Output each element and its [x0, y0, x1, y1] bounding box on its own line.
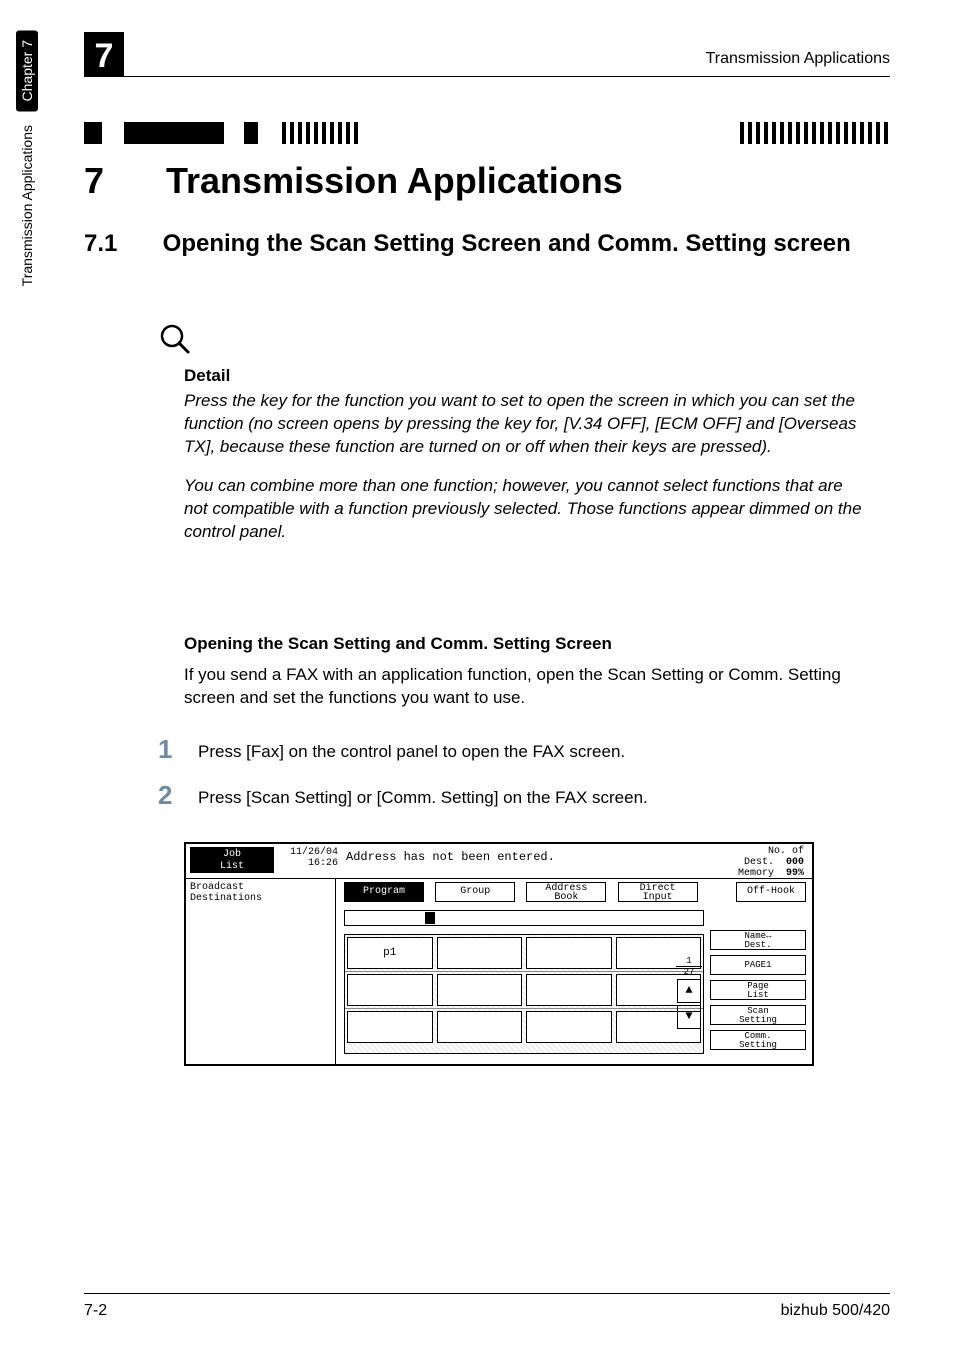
lcd-noof-value: 000 — [786, 857, 804, 868]
header-rule — [84, 76, 890, 77]
detail-paragraph-1: Press the key for the function you want … — [184, 390, 864, 459]
side-tab-chapter: Chapter 7 — [16, 30, 38, 111]
program-tab[interactable]: Program — [344, 882, 424, 902]
grid-cell-empty[interactable] — [526, 1011, 612, 1043]
scan-setting-button[interactable]: Scan Setting — [710, 1005, 806, 1025]
off-hook-button[interactable]: Off-Hook — [736, 882, 806, 902]
step-2-number: 2 — [158, 782, 198, 808]
lcd-destination-grid: p1 — [344, 934, 704, 1054]
lcd-left-labels: Broadcast Destinations — [190, 882, 262, 904]
grid-cell-empty[interactable] — [437, 937, 523, 969]
grid-cell-empty[interactable] — [437, 1011, 523, 1043]
side-tab-section: Transmission Applications — [19, 125, 35, 286]
footer-page-number: 7-2 — [84, 1302, 107, 1320]
lcd-cursor — [425, 912, 435, 924]
heading-1: 7 Transmission Applications — [84, 160, 890, 202]
name-dest-button[interactable]: Name↔ Dest. — [710, 930, 806, 950]
lcd-right-buttons: Name↔ Dest. PAGE1 Page List Scan Setting… — [710, 930, 806, 1055]
lcd-search-bar[interactable] — [344, 910, 704, 926]
lcd-left-panel: Broadcast Destinations — [186, 878, 336, 1064]
grid-cell-empty[interactable] — [347, 1011, 433, 1043]
step-list: 1 Press [Fax] on the control panel to op… — [158, 736, 864, 828]
page-up-button[interactable]: ▲ — [677, 979, 701, 1003]
chapter-number: 7 — [95, 36, 114, 76]
grid-cell-empty[interactable] — [526, 974, 612, 1006]
footer-model: bizhub 500/420 — [781, 1302, 890, 1320]
step-1-text: Press [Fax] on the control panel to open… — [198, 736, 625, 762]
magnifier-icon — [158, 322, 192, 361]
lcd-status-text: Address has not been entered. — [346, 850, 555, 864]
step-1: 1 Press [Fax] on the control panel to op… — [158, 736, 864, 762]
heading-2: 7.1 Opening the Scan Setting Screen and … — [84, 228, 890, 259]
chapter-number-box: 7 — [84, 32, 124, 76]
lcd-memory-label: Memory — [738, 868, 774, 879]
side-tab: Chapter 7 Transmission Applications — [10, 30, 44, 450]
lcd-memory-value: 99% — [786, 868, 804, 879]
heading-1-number: 7 — [84, 160, 156, 202]
detail-heading: Detail — [184, 366, 864, 386]
step-1-number: 1 — [158, 736, 198, 762]
heading-2-number: 7.1 — [84, 228, 156, 259]
grid-cell-empty[interactable] — [437, 974, 523, 1006]
lcd-pager: 1 27 ▲ ▼ — [676, 956, 702, 1031]
pager-current: 1 — [676, 956, 702, 967]
decorative-bars — [84, 118, 890, 148]
grid-cell-empty[interactable] — [526, 937, 612, 969]
running-header: Transmission Applications — [706, 50, 890, 68]
fax-lcd-screenshot: Job List 11/26/04 16:26 Address has not … — [184, 842, 814, 1066]
lcd-status-right: No. of Dest. 000 Memory 99% — [738, 846, 804, 879]
lcd-tab-row: Program Group Address Book Direct Input — [344, 882, 702, 902]
job-list-button[interactable]: Job List — [190, 847, 274, 873]
comm-setting-button[interactable]: Comm. Setting — [710, 1030, 806, 1050]
lcd-date: 11/26/04 — [278, 847, 338, 858]
heading-3: Opening the Scan Setting and Comm. Setti… — [184, 634, 864, 654]
lcd-time: 16:26 — [278, 858, 338, 869]
heading-2-text: Opening the Scan Setting Screen and Comm… — [163, 228, 889, 259]
page1-button[interactable]: PAGE1 — [710, 955, 806, 975]
lcd-broadcast-label: Broadcast — [190, 882, 262, 893]
page-down-button[interactable]: ▼ — [677, 1005, 701, 1029]
address-book-tab[interactable]: Address Book — [526, 882, 606, 902]
heading-1-text: Transmission Applications — [166, 160, 623, 201]
grid-cell-p1[interactable]: p1 — [347, 937, 433, 969]
step-2: 2 Press [Scan Setting] or [Comm. Setting… — [158, 782, 864, 808]
lcd-datetime: 11/26/04 16:26 — [278, 847, 338, 869]
pager-total: 27 — [676, 967, 702, 977]
group-tab[interactable]: Group — [435, 882, 515, 902]
direct-input-tab[interactable]: Direct Input — [618, 882, 698, 902]
step-2-text: Press [Scan Setting] or [Comm. Setting] … — [198, 782, 648, 808]
lcd-destinations-label: Destinations — [190, 893, 262, 904]
detail-block: Detail Press the key for the function yo… — [184, 366, 864, 560]
body-paragraph: If you send a FAX with an application fu… — [184, 664, 864, 710]
grid-cell-empty[interactable] — [347, 974, 433, 1006]
footer-rule — [84, 1293, 890, 1294]
page-list-button[interactable]: Page List — [710, 980, 806, 1000]
detail-paragraph-2: You can combine more than one function; … — [184, 475, 864, 544]
lcd-topbar: Job List 11/26/04 16:26 Address has not … — [186, 844, 812, 879]
